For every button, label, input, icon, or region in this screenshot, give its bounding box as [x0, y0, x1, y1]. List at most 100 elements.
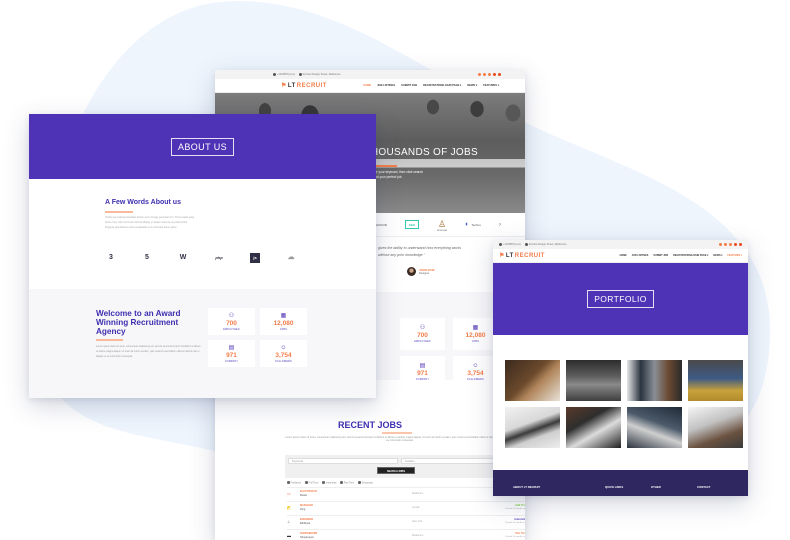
- menu-job-listings[interactable]: Job Listings: [377, 84, 395, 87]
- recent-jobs-description: Lorem ipsum dolor sit amet, consectetur …: [285, 436, 515, 442]
- menu-submit-job[interactable]: Submit Job: [401, 84, 417, 87]
- wordpress-icon: W: [179, 254, 187, 261]
- youtube-icon[interactable]: [739, 242, 742, 246]
- testimonial-author: JOHN DOE Designer: [407, 267, 435, 276]
- menu-news[interactable]: News ▾: [467, 84, 477, 87]
- main-menu: Home Job Listings Submit Job Registratio…: [620, 254, 742, 257]
- filter-freelance[interactable]: Freelance: [287, 481, 302, 485]
- filter-full-time[interactable]: Full Time: [305, 481, 319, 485]
- portfolio-page-window: +1234567(xxxx) 4A New Design Street, Mel…: [493, 240, 748, 496]
- vase-logo-icon: ♙: [437, 218, 447, 229]
- filter-part-time[interactable]: Part Time: [340, 481, 354, 485]
- google-plus-icon[interactable]: [729, 242, 732, 246]
- stat-jobs: ▦ 12,080 Jobs: [453, 318, 498, 350]
- logo-mark-icon: ⚑: [499, 253, 505, 259]
- twitter-icon[interactable]: [734, 242, 737, 246]
- company-logo-icon: ▭: [287, 491, 291, 496]
- stat-employees: ⚇ 700 Employees: [400, 318, 445, 350]
- about-intro-section: A Few Words About us Vinchenya toolpasal…: [29, 179, 376, 289]
- php-icon: php: [215, 255, 223, 260]
- filter-internship[interactable]: Internship: [322, 481, 337, 485]
- recent-jobs-underline: [382, 432, 412, 434]
- partner-seo[interactable]: SEO: [404, 220, 419, 229]
- recent-jobs-section: RECENT JOBS Lorem ipsum dolor sit amet, …: [215, 400, 525, 540]
- footer-about[interactable]: About LT Recruit: [513, 485, 540, 489]
- google-plus-icon[interactable]: [488, 72, 491, 76]
- footer-quick-links[interactable]: Quick Links: [605, 485, 623, 489]
- company-logo-icon: ▬: [287, 533, 291, 538]
- photo-desk-coffee[interactable]: [505, 360, 560, 401]
- twitter-icon[interactable]: [493, 72, 496, 76]
- menu-features[interactable]: Features ▾: [483, 84, 499, 87]
- job-search-form: Keywords Location Search Jobs: [285, 455, 525, 478]
- job-row[interactable]: ◩ MANAGER Ding London Half Time Posted 1…: [287, 501, 525, 513]
- recent-jobs-title: RECENT JOBS: [337, 420, 402, 430]
- photo-man-phone[interactable]: [688, 360, 743, 401]
- photo-meeting[interactable]: [627, 360, 682, 401]
- techno-logo-icon: ◐: [465, 221, 470, 228]
- portfolio-gallery: [505, 360, 743, 448]
- stats-grid: ⚇ 700 Employees ▦ 12,080 Jobs ▤ 971 Company ☺ 3…: [400, 318, 498, 388]
- stat-jobs: ▦ 12,080 Jobs: [260, 308, 307, 335]
- about-page-window: ABOUT US A Few Words About us Vinchenya …: [29, 114, 376, 398]
- photo-laptop-desk[interactable]: [505, 407, 560, 448]
- about-welcome-section: Welcome to an Award Winning Recruitment …: [29, 289, 376, 398]
- youtube-icon[interactable]: [498, 72, 501, 76]
- location-icon: [524, 242, 528, 246]
- social-links: [717, 242, 742, 247]
- photo-open-office[interactable]: [566, 360, 621, 401]
- menu-home[interactable]: Home: [620, 254, 627, 257]
- site-footer: About LT Recruit Quick Links Other Conta…: [493, 470, 748, 496]
- linkedin-icon[interactable]: [724, 242, 727, 246]
- calendar-icon: ▦: [472, 325, 479, 331]
- menu-home[interactable]: Home: [363, 84, 371, 87]
- menu-news[interactable]: News ▾: [713, 254, 722, 257]
- welcome-heading: Welcome to an Award Winning Recruitment …: [96, 309, 181, 336]
- site-logo[interactable]: ⚑ LT RECRUIT: [281, 82, 327, 90]
- filter-temporary[interactable]: Temporary: [358, 481, 373, 485]
- showcase-stage: +1234567(xxxx) 4A New Design Street, Mel…: [0, 0, 790, 540]
- job-row[interactable]: ▬ SHOPKEEPER Shopkeeper Melbourne Part T…: [287, 529, 525, 540]
- glasses-icon: ⚇: [228, 312, 235, 319]
- menu-job-listings[interactable]: Job Listings: [632, 254, 649, 257]
- partner-techno[interactable]: ◐ Techno: [465, 221, 481, 228]
- document-icon: ▤: [228, 344, 235, 351]
- menu-registration-login[interactable]: Registration/Login Page ▾: [423, 84, 461, 87]
- photo-workspace-papers[interactable]: [566, 407, 621, 448]
- job-row[interactable]: ⊥ ENGINEER ElbSkyal New York Internship …: [287, 515, 525, 527]
- phone-icon: [273, 72, 276, 76]
- photo-laptop-window[interactable]: [688, 407, 743, 448]
- menu-registration-login[interactable]: Registration/Login Page ▾: [673, 254, 708, 257]
- about-heading-underline: [105, 211, 133, 213]
- technology-icons: 3 5 W php js ☁: [106, 253, 296, 263]
- company-logo-icon: ⊥: [287, 519, 291, 524]
- menu-submit-job[interactable]: Submit Job: [653, 254, 668, 257]
- top-info-bar: +1234567(xxxx) 4A New Design Street, Mel…: [493, 240, 748, 249]
- partner-monolan[interactable]: ♙ MONOLAN: [437, 218, 447, 232]
- footer-contact[interactable]: Contact: [697, 485, 710, 489]
- carousel-next-icon[interactable]: ›: [499, 222, 501, 228]
- document-icon: ▤: [419, 363, 426, 369]
- search-jobs-button[interactable]: Search Jobs: [377, 467, 415, 474]
- job-row[interactable]: ▭ ELECTRICIAN Bosler Melbourne Full Time…: [287, 487, 525, 499]
- dribbble-icon[interactable]: [719, 242, 722, 246]
- stat-followers: ☺ 3,754 Followers: [453, 356, 498, 388]
- welcome-text: Lorem ipsum dolor sit amet, consectetur …: [96, 345, 201, 358]
- about-banner-title: ABOUT US: [170, 137, 235, 156]
- dribbble-icon[interactable]: [478, 72, 481, 76]
- footer-other[interactable]: Other: [651, 485, 661, 489]
- linkedin-icon[interactable]: [483, 72, 486, 76]
- stat-company: ▤ 971 Company: [208, 340, 255, 367]
- photo-typing-laptop[interactable]: [627, 407, 682, 448]
- about-stats-grid: ⚇ 700 Employees ▦ 12,080 Jobs ▤ 971 Company ☺ 3…: [208, 308, 307, 367]
- site-logo[interactable]: ⚑ LT RECRUIT: [499, 252, 545, 260]
- social-links: [476, 72, 501, 77]
- keywords-input[interactable]: Keywords: [288, 458, 398, 464]
- cloud-icon: ☁: [287, 254, 295, 261]
- stat-followers: ☺ 3,754 Followers: [260, 340, 307, 367]
- phone-info: +1234567(xxxx): [499, 242, 521, 246]
- menu-features[interactable]: Features ▾: [727, 254, 742, 257]
- hero-subtitle: Enter your keyword, then click search to …: [370, 170, 423, 179]
- author-avatar: [407, 267, 416, 276]
- smile-icon: ☺: [280, 344, 287, 351]
